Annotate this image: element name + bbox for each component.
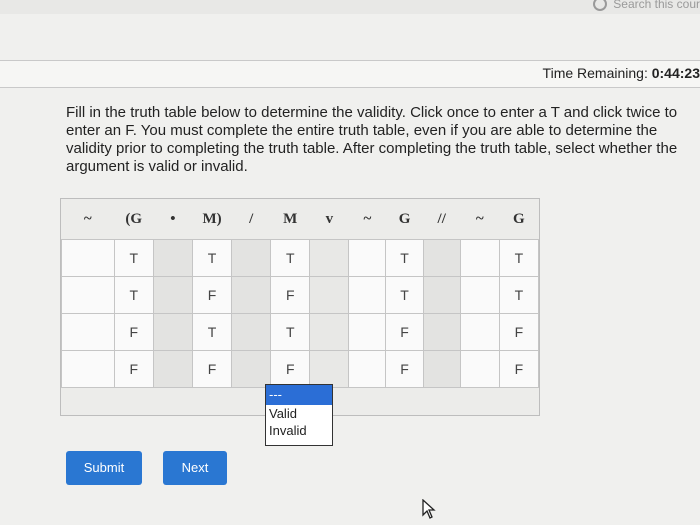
truth-table-header: G (398, 210, 411, 227)
truth-table-cell[interactable]: T (498, 276, 540, 314)
truth-table-cell[interactable]: F (270, 276, 311, 314)
validity-option[interactable]: --- (266, 385, 332, 405)
truth-table-cell[interactable] (348, 239, 387, 277)
truth-table-cell[interactable] (231, 239, 272, 277)
truth-table-cell[interactable] (61, 276, 115, 314)
truth-table-cell[interactable]: F (191, 350, 233, 388)
validity-option[interactable]: Valid (266, 405, 332, 422)
table-row: TTTTT (61, 239, 540, 277)
truth-table-header: ~ (83, 210, 92, 227)
truth-table-cell[interactable]: F (113, 313, 154, 351)
truth-table-header: M) (202, 210, 222, 227)
truth-table-cell[interactable]: T (498, 239, 540, 277)
truth-table-cell[interactable]: T (191, 313, 233, 351)
truth-table-cell[interactable] (309, 239, 350, 277)
truth-table-cell[interactable] (348, 276, 387, 314)
time-remaining: Time Remaining: 0:44:23 (543, 65, 700, 81)
truth-table-cell[interactable] (231, 350, 272, 388)
truth-table-cell[interactable] (348, 350, 387, 388)
truth-table-cell[interactable]: F (270, 350, 311, 388)
truth-table-cell[interactable] (231, 276, 272, 314)
submit-button[interactable]: Submit (66, 451, 142, 485)
truth-table-cell[interactable] (348, 313, 387, 351)
truth-table-cell[interactable]: F (113, 350, 154, 388)
truth-table-header: (G (125, 210, 143, 227)
question-instructions: Fill in the truth table below to determi… (66, 104, 678, 175)
truth-table-cell[interactable]: T (385, 239, 424, 277)
truth-table: ~ (G • M) / Mv ~ G//~ G TTTTTTFFTTFTTFFFFFFF (61, 199, 540, 388)
truth-table-cell[interactable] (459, 350, 500, 388)
truth-table-cell[interactable] (459, 313, 500, 351)
truth-table-header: / (249, 210, 254, 227)
truth-table-header: ~ (475, 210, 484, 227)
truth-table-cell[interactable]: T (113, 239, 154, 277)
search-label: Search this cour (613, 0, 700, 11)
truth-table-cell[interactable] (422, 239, 461, 277)
truth-table-cell[interactable]: F (498, 350, 540, 388)
truth-table-cell[interactable] (152, 350, 193, 388)
truth-table-cell[interactable] (152, 313, 193, 351)
truth-table-cell[interactable] (61, 313, 115, 351)
truth-table-cell[interactable]: F (191, 276, 233, 314)
top-bar: Search this cour (0, 0, 700, 14)
table-row: FFFFF (61, 350, 540, 388)
truth-table-cell[interactable]: T (113, 276, 154, 314)
truth-table-cell[interactable] (309, 276, 350, 314)
truth-table-cell[interactable]: T (270, 239, 311, 277)
truth-table-cell[interactable] (152, 239, 193, 277)
truth-table-cell[interactable]: T (385, 276, 424, 314)
timer-bar: Time Remaining: 0:44:23 (0, 60, 700, 88)
truth-table-header: ~ (363, 210, 372, 227)
truth-table-cell[interactable] (422, 276, 461, 314)
course-search[interactable]: Search this cour (593, 0, 700, 12)
validity-option[interactable]: Invalid (266, 422, 332, 439)
truth-table-cell[interactable] (422, 350, 461, 388)
truth-table-cell[interactable] (61, 350, 115, 388)
truth-table-header: // (437, 210, 446, 227)
time-remaining-label: Time Remaining: (542, 65, 648, 81)
truth-table-cell[interactable] (61, 239, 115, 277)
time-remaining-value: 0:44:23 (651, 65, 700, 81)
truth-table-cell[interactable] (459, 276, 500, 314)
truth-table-cell[interactable]: F (498, 313, 540, 351)
truth-table-cell[interactable]: F (385, 313, 424, 351)
table-row: TFFTT (61, 276, 540, 314)
truth-table-header: G (513, 210, 525, 227)
mouse-pointer-icon (422, 499, 436, 519)
truth-table-cell[interactable] (309, 313, 350, 351)
truth-table-header: • (170, 210, 176, 227)
truth-table-header: M (283, 210, 298, 227)
next-button[interactable]: Next (163, 451, 227, 485)
truth-table-cell[interactable] (152, 276, 193, 314)
table-row: FTTFF (61, 313, 540, 351)
search-icon (593, 0, 608, 11)
truth-table-cell[interactable]: T (270, 313, 311, 351)
truth-table-cell[interactable]: T (191, 239, 233, 277)
truth-table-cell[interactable] (459, 239, 500, 277)
truth-table-cell[interactable] (231, 313, 272, 351)
truth-table-cell[interactable] (309, 350, 350, 388)
truth-table-cell[interactable]: F (385, 350, 424, 388)
truth-table-cell[interactable] (422, 313, 461, 351)
validity-select[interactable]: --- Valid Invalid (265, 384, 333, 446)
truth-table-header: v (325, 210, 334, 227)
